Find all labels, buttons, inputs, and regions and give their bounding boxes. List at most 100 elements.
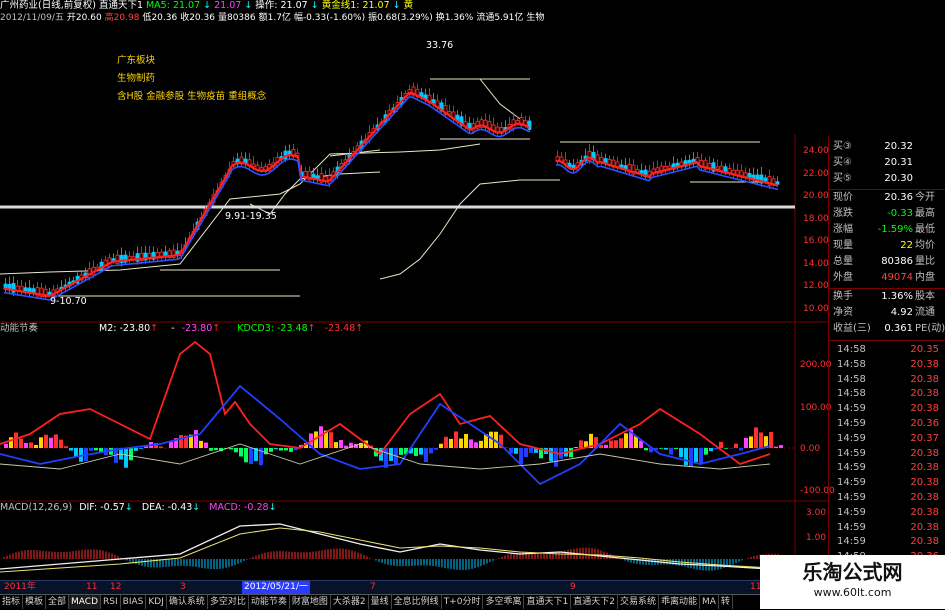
- momentum-histogram-bar: [49, 438, 53, 448]
- indicator-tab[interactable]: 直通天下1: [524, 595, 571, 609]
- indicator-tab[interactable]: BIAS: [121, 595, 147, 609]
- indicator-tab[interactable]: KDJ: [146, 595, 167, 609]
- month-label: 12: [110, 581, 121, 594]
- kline-chart-canvas[interactable]: [0, 24, 828, 580]
- m2-value: M2: -23.80: [99, 323, 150, 334]
- quote-panel: 买③20.32买④20.31买⑤20.30现价20.36今开涨跌-0.33最高涨…: [828, 136, 945, 580]
- tick-price: 20.38: [897, 402, 939, 416]
- dif-arrow-icon: ↓: [125, 502, 133, 513]
- quote-info-row-label: 涨跌: [833, 207, 853, 221]
- indicator-tab[interactable]: 全部: [46, 595, 69, 609]
- momentum-histogram-bar: [69, 448, 73, 451]
- indicator-tab[interactable]: 动能节奏: [249, 595, 290, 609]
- indicator-tab[interactable]: 大杀器2: [331, 595, 369, 609]
- momentum-histogram-bar: [234, 448, 238, 452]
- panel-divider: [829, 340, 945, 341]
- quote-info-row: 现量22均价: [833, 239, 945, 253]
- momentum-histogram-bar: [4, 444, 8, 448]
- tick-row: 14:5920.37: [833, 432, 945, 446]
- tick-time: 14:59: [837, 402, 866, 416]
- indicator-tab[interactable]: 全息比例线: [392, 595, 442, 609]
- ohlc-segment-9: 换1.36%: [436, 13, 474, 23]
- price-axis-label: 10.00: [803, 304, 829, 314]
- indicator-tab[interactable]: 转: [719, 595, 733, 609]
- ohlc-segment-2: 高20.98: [105, 13, 140, 23]
- indicator-tab[interactable]: 指标: [0, 595, 23, 609]
- indicator-tab[interactable]: 多空对比: [208, 595, 249, 609]
- momentum-histogram-bar: [554, 448, 558, 467]
- cursor-date-label: 2012/05/21/一: [242, 581, 310, 594]
- date-axis-bar[interactable]: 2011年11123579112012/05/21/一: [0, 580, 760, 594]
- quote-info-row-ext: 量比: [915, 255, 935, 269]
- indicator-tab[interactable]: 量线: [369, 595, 392, 609]
- indicator-tab[interactable]: 交易系统: [618, 595, 659, 609]
- momentum-histogram-bar: [689, 448, 693, 467]
- panel-divider: [829, 288, 945, 289]
- bid-level-row: 买③20.32: [833, 140, 945, 154]
- tick-time: 14:59: [837, 476, 866, 490]
- momentum-axis-label: 0.00: [800, 444, 820, 454]
- candlestick-series: [4, 82, 779, 299]
- indicator-tab[interactable]: MACD: [69, 595, 101, 609]
- kdcd-arrow-icon: ↑: [308, 323, 316, 334]
- title-segment-4: 21.07: [214, 0, 241, 11]
- momentum-histogram-bar: [459, 439, 463, 448]
- momentum-histogram-bar: [479, 441, 483, 448]
- tick-time: 14:59: [837, 461, 866, 475]
- indicator-tab[interactable]: 确认系统: [167, 595, 208, 609]
- fundamental-row-ext: PE(动): [915, 322, 945, 336]
- title-segment-0: 广州药业(日线,前复权): [0, 0, 96, 11]
- fundamental-row: 换手1.36%股本: [833, 290, 945, 304]
- macd-params: MACD(12,26,9): [0, 502, 72, 513]
- fundamental-row-label: 净资: [833, 306, 853, 320]
- quote-info-row-value: 80386: [863, 255, 913, 269]
- title-segment-8: 黄金线1: 21.07: [322, 0, 390, 11]
- indicator-tab[interactable]: 直通天下2: [571, 595, 618, 609]
- tick-row: 14:59 20.38: [833, 461, 945, 475]
- momentum-histogram-bar: [39, 437, 43, 448]
- indicator-tab[interactable]: 乖离动能: [659, 595, 700, 609]
- fundamental-row-ext: 流通: [915, 306, 935, 320]
- momentum-histogram-bar: [134, 448, 138, 451]
- tick-time: 14:59: [837, 491, 866, 505]
- indicator-tab[interactable]: RSI: [101, 595, 121, 609]
- quote-info-row-value: -0.33: [863, 207, 913, 221]
- momentum-histogram-bar: [449, 439, 453, 448]
- momentum-histogram-bar: [414, 448, 418, 456]
- momentum-histogram-bar: [694, 448, 698, 462]
- quote-info-row: 现价20.36今开: [833, 191, 945, 205]
- momentum-histogram-bar: [279, 448, 283, 451]
- quote-info-row-label: 现量: [833, 239, 853, 253]
- momentum-histogram-bar: [419, 448, 423, 455]
- tick-row: 14:5920.38: [833, 521, 945, 535]
- indicator-tab[interactable]: 财富地图: [290, 595, 331, 609]
- candle-body: [296, 153, 299, 155]
- tick-price: 20.38: [897, 535, 939, 549]
- momentum-blue-curve: [0, 386, 770, 484]
- momentum-histogram-bar: [604, 445, 608, 448]
- momentum-histogram-bar: [19, 438, 23, 448]
- indicator-tab[interactable]: MA: [700, 595, 719, 609]
- momentum-histogram-bar: [29, 442, 33, 448]
- momentum-histogram-bar: [139, 448, 143, 449]
- ohlc-segment-0: 2012/11/09/五: [0, 13, 64, 23]
- candle-body: [252, 164, 255, 166]
- title-segment-5: ↓: [244, 0, 252, 11]
- momentum-indicator-header: 动能节奏 M2: -23.80↑ - -23.80↑ KDCD3: -23.48…: [0, 322, 363, 335]
- tick-row: 14:5820.38: [833, 373, 945, 387]
- momentum-histogram-bar: [659, 448, 663, 449]
- momentum-histogram-bar: [724, 448, 728, 449]
- momentum-histogram-bar: [744, 438, 748, 448]
- indicator-tab[interactable]: 多空乖离: [483, 595, 524, 609]
- tick-price: 20.38: [897, 461, 939, 475]
- indicator-tab[interactable]: T+0分时: [442, 595, 484, 609]
- momentum-histogram-bar: [684, 448, 688, 465]
- momentum-histogram-bar: [399, 448, 403, 455]
- momentum-histogram-bar: [89, 448, 93, 451]
- momentum-histogram-bar: [519, 448, 523, 464]
- indicator-tab[interactable]: 模板: [23, 595, 46, 609]
- momentum-histogram-bar: [734, 444, 738, 448]
- momentum-histogram-bar: [759, 432, 763, 448]
- month-label: 3: [180, 581, 186, 594]
- momentum-red-curve: [0, 342, 770, 464]
